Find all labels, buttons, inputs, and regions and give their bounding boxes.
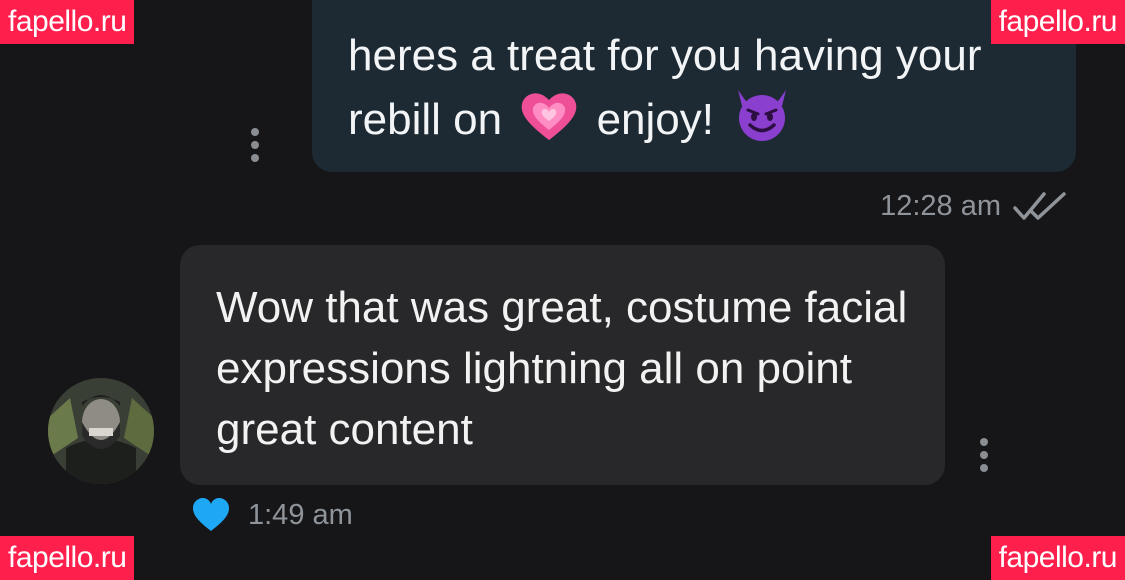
outgoing-message-bubble[interactable]: heres a treat for you having your rebill… <box>312 0 1076 172</box>
outgoing-line-2-start: rebill on <box>348 95 503 144</box>
incoming-message-options-icon[interactable] <box>979 438 989 474</box>
chat-screen: heres a treat for you having your rebill… <box>0 0 1125 580</box>
outgoing-line-2-mid: enjoy! <box>596 95 714 144</box>
watermark-top-left: fapello.ru <box>0 0 135 44</box>
incoming-message-meta: 1:49 am <box>192 498 353 532</box>
watermark-top-right: fapello.ru <box>990 0 1125 44</box>
outgoing-message-meta: 12:28 am <box>880 190 1069 223</box>
heart-icon[interactable] <box>192 498 230 532</box>
incoming-message-time: 1:49 am <box>248 498 353 531</box>
outgoing-message-time: 12:28 am <box>880 190 1001 222</box>
avatar-image <box>48 378 154 484</box>
incoming-message-text: Wow that was great, costume facial expre… <box>216 283 908 454</box>
outgoing-message-text: heres a treat for you having your rebill… <box>348 26 1076 158</box>
smiling-devil-emoji-icon <box>732 86 792 158</box>
incoming-message-bubble[interactable]: Wow that was great, costume facial expre… <box>180 245 945 485</box>
pink-heart-emoji-icon <box>520 90 578 158</box>
double-check-icon <box>1013 191 1066 220</box>
watermark-bottom-right: fapello.ru <box>990 536 1125 580</box>
watermark-bottom-left: fapello.ru <box>0 536 135 580</box>
sender-avatar[interactable] <box>48 378 154 484</box>
message-options-icon[interactable] <box>250 128 260 164</box>
outgoing-line-1: heres a treat for you having your <box>348 31 982 80</box>
